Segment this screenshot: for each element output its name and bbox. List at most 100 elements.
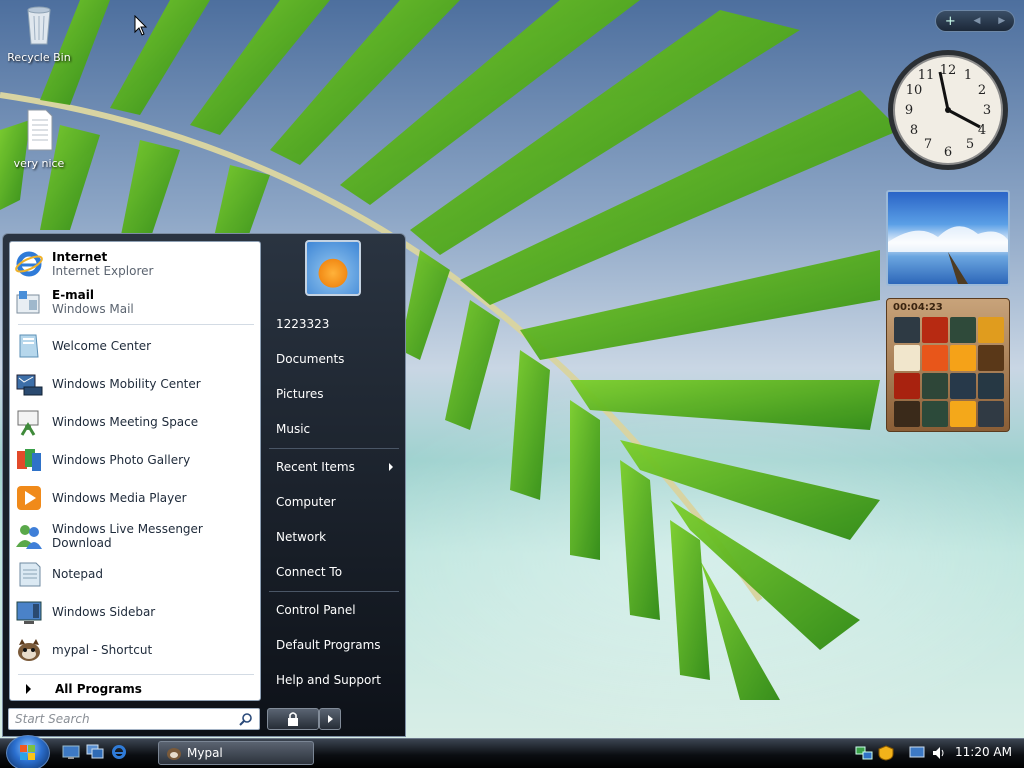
menu-item-photo-gallery[interactable]: Windows Photo Gallery bbox=[14, 442, 258, 478]
media-player-icon bbox=[17, 486, 41, 510]
user-folder-link[interactable]: 1223323 bbox=[269, 309, 399, 339]
svg-text:3: 3 bbox=[983, 103, 991, 118]
link-label: Help and Support bbox=[276, 673, 381, 687]
windows-mail-icon bbox=[16, 291, 40, 314]
taskbar-clock[interactable]: 11:20 AM bbox=[955, 745, 1012, 759]
all-programs-label: All Programs bbox=[55, 682, 142, 696]
security-center-icon[interactable] bbox=[877, 745, 895, 761]
link-label: Music bbox=[276, 422, 311, 436]
menu-item-label: mypal - Shortcut bbox=[52, 643, 153, 657]
separator bbox=[269, 448, 399, 449]
taskbar-button-label: Mypal bbox=[187, 746, 223, 760]
photo-gallery-icon bbox=[17, 449, 41, 471]
search-icon[interactable] bbox=[239, 712, 253, 726]
desktop-icon-label: very nice bbox=[13, 157, 65, 170]
control-panel-link[interactable]: Control Panel bbox=[269, 595, 399, 625]
help-support-link[interactable]: Help and Support bbox=[269, 665, 399, 695]
shutdown-options-button[interactable] bbox=[319, 708, 341, 730]
link-label: Computer bbox=[276, 495, 336, 509]
svg-text:1: 1 bbox=[964, 68, 972, 83]
start-button[interactable] bbox=[6, 735, 50, 768]
mypal-icon bbox=[18, 639, 40, 661]
user-picture[interactable] bbox=[305, 240, 361, 296]
menu-item-mypal-shortcut[interactable]: mypal - Shortcut bbox=[14, 632, 258, 668]
programs-pane: Internet Internet Explorer E-mail Window… bbox=[9, 241, 261, 701]
internet-explorer-icon[interactable] bbox=[110, 744, 128, 760]
clock-gadget[interactable]: 12 12 345 678 91011 bbox=[886, 48, 1010, 172]
music-link[interactable]: Music bbox=[269, 414, 399, 444]
menu-item-notepad[interactable]: Notepad bbox=[14, 556, 258, 592]
separator bbox=[269, 591, 399, 592]
network-status-icon[interactable] bbox=[855, 745, 873, 761]
menu-item-media-player[interactable]: Windows Media Player bbox=[14, 480, 258, 516]
desktop-icon-very-nice[interactable]: very nice bbox=[1, 108, 77, 170]
puzzle-timer: 00:04:23 bbox=[893, 302, 943, 313]
menu-item-subtitle: Windows Mail bbox=[52, 302, 134, 316]
volume-icon[interactable] bbox=[931, 745, 947, 761]
previous-icon[interactable]: ◀ bbox=[974, 16, 981, 26]
arrow-right-icon bbox=[328, 715, 333, 723]
taskbar-button-mypal[interactable]: Mypal bbox=[158, 741, 314, 765]
switch-windows-icon[interactable] bbox=[86, 744, 104, 760]
computer-link[interactable]: Computer bbox=[269, 487, 399, 517]
menu-item-label: Windows Mobility Center bbox=[52, 377, 201, 391]
search-placeholder: Start Search bbox=[15, 712, 90, 726]
notepad-icon bbox=[19, 562, 41, 587]
menu-item-email[interactable]: E-mail Windows Mail bbox=[14, 284, 258, 320]
menu-item-title: Internet bbox=[52, 250, 108, 264]
puzzle-grid[interactable] bbox=[894, 317, 1004, 427]
recent-items-link[interactable]: Recent Items bbox=[269, 452, 399, 482]
lock-button[interactable] bbox=[267, 708, 319, 730]
all-programs-button[interactable]: All Programs bbox=[14, 678, 258, 700]
link-label: Connect To bbox=[276, 565, 343, 579]
menu-item-label: Notepad bbox=[52, 567, 103, 581]
documents-link[interactable]: Documents bbox=[269, 344, 399, 374]
user-name: 1223323 bbox=[276, 317, 330, 331]
svg-text:8: 8 bbox=[910, 123, 918, 138]
svg-text:6: 6 bbox=[944, 145, 952, 160]
link-label: Network bbox=[276, 530, 327, 544]
sidebar-controls[interactable]: + ◀ ▶ bbox=[935, 10, 1015, 32]
menu-item-internet[interactable]: Internet Internet Explorer bbox=[14, 246, 258, 282]
default-programs-link[interactable]: Default Programs bbox=[269, 630, 399, 660]
svg-text:10: 10 bbox=[906, 83, 923, 98]
menu-item-windows-sidebar[interactable]: Windows Sidebar bbox=[14, 594, 258, 630]
connect-to-link[interactable]: Connect To bbox=[269, 557, 399, 587]
mouse-pointer-icon bbox=[134, 15, 148, 36]
svg-text:9: 9 bbox=[905, 103, 913, 118]
show-desktop-icon[interactable] bbox=[62, 744, 80, 760]
svg-text:5: 5 bbox=[966, 137, 974, 152]
menu-item-mobility-center[interactable]: Windows Mobility Center bbox=[14, 366, 258, 402]
link-label: Control Panel bbox=[276, 603, 356, 617]
slideshow-gadget[interactable] bbox=[886, 190, 1010, 286]
text-file-icon bbox=[27, 109, 53, 151]
menu-item-welcome-center[interactable]: Welcome Center bbox=[14, 328, 258, 364]
network-link[interactable]: Network bbox=[269, 522, 399, 552]
start-search-input[interactable]: Start Search bbox=[8, 708, 260, 730]
mobility-center-icon bbox=[16, 374, 43, 396]
arrow-right-icon bbox=[26, 684, 31, 694]
display-icon[interactable] bbox=[909, 745, 927, 761]
menu-item-label: Windows Photo Gallery bbox=[52, 453, 191, 467]
menu-item-meeting-space[interactable]: Windows Meeting Space bbox=[14, 404, 258, 440]
next-icon[interactable]: ▶ bbox=[998, 16, 1005, 26]
link-label: Documents bbox=[276, 352, 345, 366]
menu-item-live-messenger[interactable]: Windows Live Messenger Download bbox=[14, 518, 258, 554]
add-gadget-icon[interactable]: + bbox=[945, 14, 956, 29]
arrow-right-icon bbox=[389, 463, 393, 471]
menu-item-label: Windows Sidebar bbox=[52, 605, 156, 619]
internet-explorer-icon bbox=[15, 251, 43, 277]
windows-logo-icon bbox=[20, 745, 35, 760]
link-label: Pictures bbox=[276, 387, 324, 401]
menu-item-label: Welcome Center bbox=[52, 339, 152, 353]
desktop-icon-label: Recycle Bin bbox=[7, 51, 71, 64]
desktop-icon-recycle-bin[interactable]: Recycle Bin bbox=[1, 2, 77, 64]
separator bbox=[18, 674, 254, 675]
menu-item-title: E-mail bbox=[52, 288, 95, 302]
pictures-link[interactable]: Pictures bbox=[269, 379, 399, 409]
start-menu: Internet Internet Explorer E-mail Window… bbox=[2, 233, 406, 737]
picture-puzzle-gadget[interactable]: 00:04:23 bbox=[886, 298, 1010, 432]
svg-text:11: 11 bbox=[918, 68, 935, 83]
lock-icon bbox=[288, 712, 298, 726]
meeting-space-icon bbox=[17, 410, 39, 436]
